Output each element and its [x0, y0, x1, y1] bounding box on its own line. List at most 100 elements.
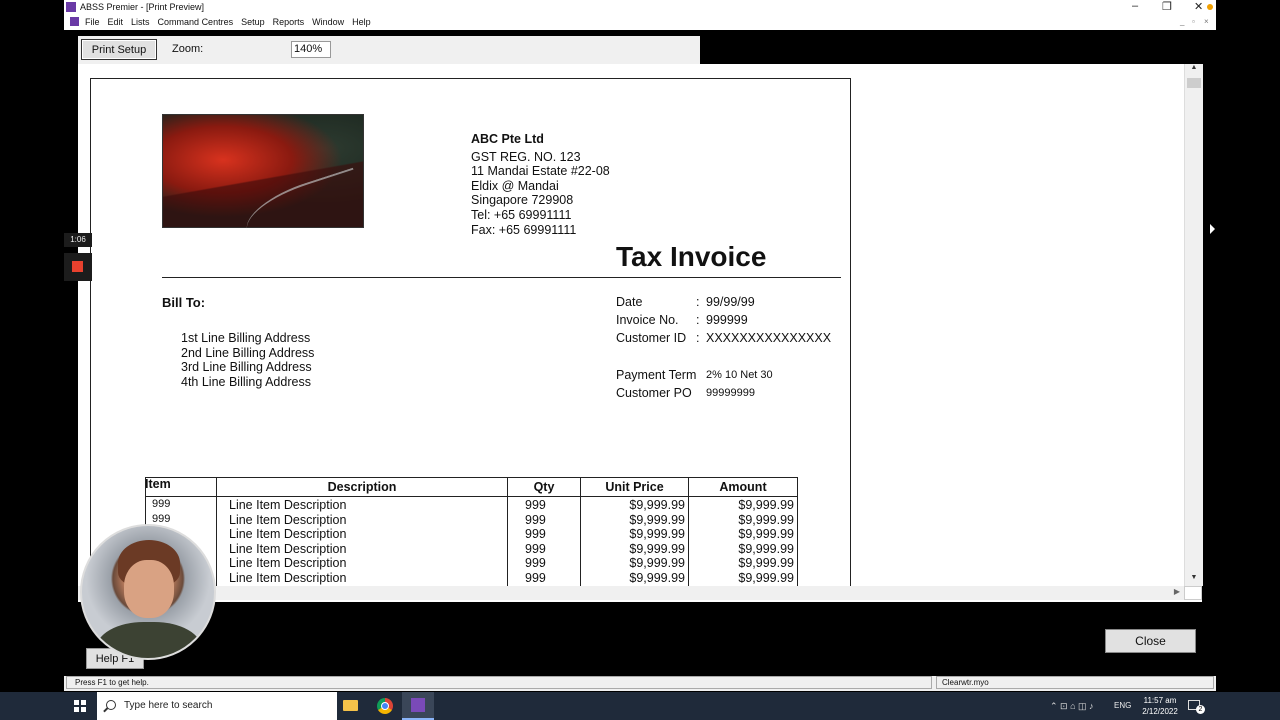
cell-unit-price: $9,999.99 [629, 512, 685, 527]
menu-file[interactable]: File [85, 17, 100, 27]
company-line: GST REG. NO. 123 [471, 149, 581, 164]
cell-amount: $9,999.99 [738, 556, 794, 571]
header-unit-price: Unit Price [605, 480, 664, 494]
taskbar-clock[interactable]: 11:57 am 2/12/2022 [1138, 695, 1182, 717]
vertical-scrollbar[interactable]: ▲ ▼ [1184, 64, 1203, 586]
header-qty: Qty [533, 480, 555, 494]
notification-dot-icon [1207, 4, 1213, 10]
company-line: Fax: +65 69991111 [471, 222, 577, 237]
menu-reports[interactable]: Reports [273, 17, 305, 27]
webcam-overlay [80, 524, 216, 660]
system-tray-icons[interactable]: ⌃ ⊡ ⌂ ◫ ♪ [1050, 701, 1094, 712]
meta-label: Customer ID [616, 331, 687, 345]
meta-value: 999999 [706, 313, 748, 327]
menu-edit[interactable]: Edit [108, 17, 124, 27]
minimize-button[interactable]: – [1132, 0, 1138, 12]
status-hint: Press F1 to get help. [66, 676, 932, 689]
cell-qty: 999 [525, 571, 546, 585]
menu-window[interactable]: Window [312, 17, 344, 27]
language-indicator[interactable]: ENG [1114, 701, 1131, 710]
cell-description: Line Item Description [229, 571, 347, 585]
mdi-minimize-button[interactable]: _ [1180, 17, 1184, 26]
cell-amount: $9,999.99 [738, 541, 794, 556]
scroll-right-arrow-icon[interactable]: ▶ [1174, 587, 1180, 596]
address-line: 4th Line Billing Address [181, 374, 311, 389]
close-button[interactable]: Close [1105, 629, 1196, 653]
cell-unit-price: $9,999.99 [629, 571, 685, 585]
scrollbar-corner [1184, 586, 1202, 600]
company-line: Tel: +65 69991111 [471, 207, 572, 222]
table-row: 999 Line Item Description 999 $9,999.99 … [145, 556, 798, 571]
abss-app-icon [66, 2, 76, 12]
scroll-up-arrow-icon[interactable]: ▲ [1185, 64, 1203, 76]
menu-help[interactable]: Help [352, 17, 371, 27]
close-window-button[interactable]: ✕ [1194, 0, 1203, 13]
cell-amount: $9,999.99 [738, 512, 794, 527]
mdi-restore-button[interactable]: ▫ [1192, 17, 1195, 26]
search-icon [106, 700, 116, 710]
taskbar-search-input[interactable]: Type here to search [97, 692, 337, 720]
status-bar: Press F1 to get help. Clearwtr.myo [64, 676, 1216, 691]
cell-qty: 999 [525, 541, 546, 556]
file-explorer-icon[interactable] [343, 700, 358, 711]
meta-value: 99999999 [706, 387, 755, 399]
preview-toolbar: Print Setup Zoom: 140% [78, 36, 700, 64]
cell-item: 999 [152, 498, 171, 510]
print-setup-button[interactable]: Print Setup [81, 39, 157, 60]
meta-label: Payment Term [616, 368, 697, 382]
table-row: 999 Line Item Description 999 $9,999.99 … [145, 571, 798, 586]
cell-qty: 999 [525, 556, 546, 571]
cell-unit-price: $9,999.99 [629, 541, 685, 556]
table-row: 999 Line Item Description 999 $9,999.99 … [145, 498, 798, 513]
zoom-input[interactable]: 140% [291, 41, 331, 58]
billing-address: 1st Line Billing Address 2nd Line Billin… [181, 331, 314, 389]
cell-description: Line Item Description [229, 512, 347, 527]
abss-app-icon [411, 698, 425, 712]
menu-lists[interactable]: Lists [131, 17, 150, 27]
company-logo-image [162, 114, 368, 249]
header-description: Description [327, 480, 397, 494]
chrome-icon[interactable] [377, 698, 393, 714]
meta-label: Customer PO [616, 386, 692, 400]
cell-amount: $9,999.99 [738, 571, 794, 585]
address-line: 2nd Line Billing Address [181, 345, 315, 360]
cell-unit-price: $9,999.99 [629, 527, 685, 542]
restore-button[interactable]: ❐ [1162, 0, 1172, 13]
cell-description: Line Item Description [229, 541, 347, 556]
company-name: ABC Pte Ltd [471, 132, 544, 146]
meta-separator: : [696, 295, 700, 309]
table-header: Item Description Qty Unit Price Amount [145, 477, 798, 497]
cell-unit-price: $9,999.99 [629, 556, 685, 571]
company-details: ABC Pte Ltd GST REG. NO. 123 11 Mandai E… [471, 132, 610, 237]
cell-qty: 999 [525, 512, 546, 527]
window-title: ABSS Premier - [Print Preview] [80, 2, 205, 12]
cell-description: Line Item Description [229, 556, 347, 571]
abss-taskbar-button[interactable] [402, 692, 434, 720]
meta-value: 2% 10 Net 30 [706, 369, 773, 381]
windows-start-icon[interactable] [74, 700, 86, 712]
mdi-close-button[interactable]: × [1204, 17, 1209, 26]
meta-value: XXXXXXXXXXXXXXX [706, 331, 832, 345]
notification-badge: 2 [1196, 705, 1205, 714]
stop-recording-button[interactable] [64, 253, 92, 281]
cell-qty: 999 [525, 498, 546, 512]
menu-command-centres[interactable]: Command Centres [158, 17, 234, 27]
cell-description: Line Item Description [229, 527, 347, 542]
meta-label: Invoice No. [616, 313, 679, 327]
recording-timer: 1:06 [64, 233, 92, 247]
header-item: Item [145, 477, 171, 491]
menu-bar: File Edit Lists Command Centres Setup Re… [64, 15, 1216, 30]
invoice-page: ABC Pte Ltd GST REG. NO. 123 11 Mandai E… [90, 78, 851, 586]
horizontal-scrollbar[interactable]: ▶ [78, 586, 1184, 600]
menu-setup[interactable]: Setup [241, 17, 265, 27]
scroll-down-arrow-icon[interactable]: ▼ [1185, 574, 1203, 586]
header-divider [162, 277, 841, 278]
invoice-title: Tax Invoice [616, 241, 767, 272]
header-amount: Amount [719, 480, 767, 494]
company-line: Singapore 729908 [471, 193, 574, 208]
cell-description: Line Item Description [229, 498, 347, 512]
meta-value: 99/99/99 [706, 295, 755, 309]
zoom-label: Zoom: [172, 43, 204, 55]
clock-date: 2/12/2022 [1142, 707, 1178, 716]
scroll-thumb[interactable] [1187, 78, 1201, 88]
